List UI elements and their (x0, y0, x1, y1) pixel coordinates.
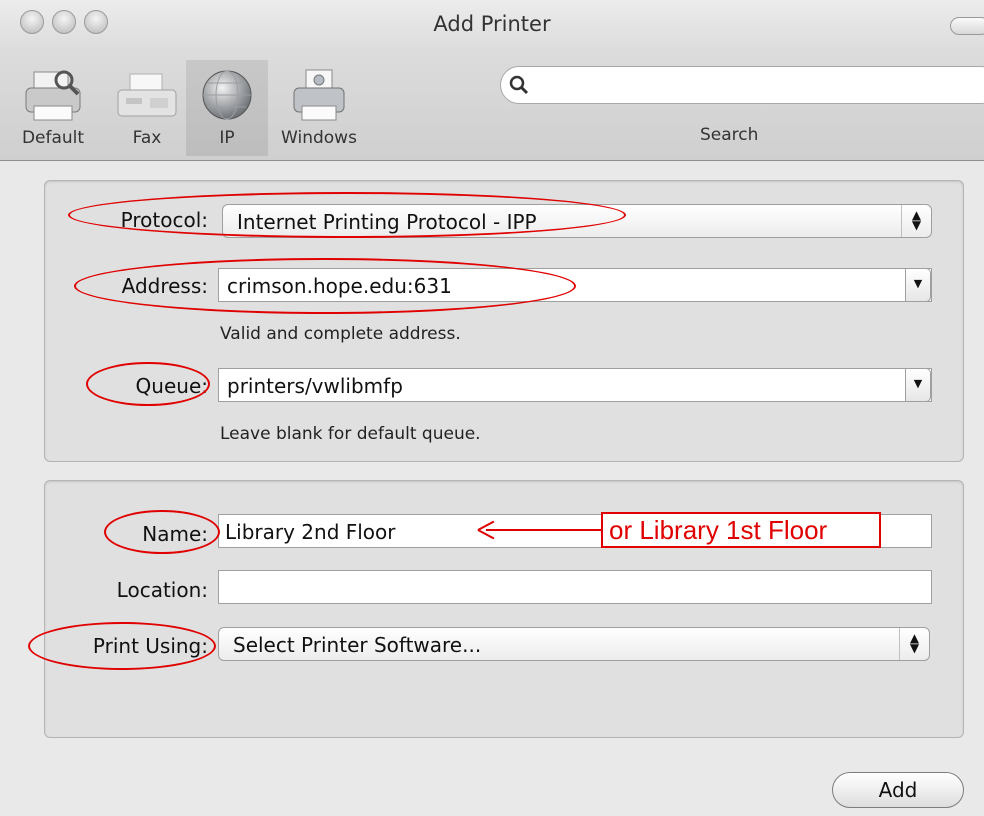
tab-default[interactable]: Default (10, 60, 96, 156)
queue-highlight (86, 362, 210, 406)
tab-windows[interactable]: Windows (270, 60, 368, 156)
annotation-arrow (486, 529, 601, 531)
toolbar-toggle-button[interactable] (950, 17, 984, 35)
queue-hint: Leave blank for default queue. (220, 424, 481, 444)
print-using-value: Select Printer Software... (233, 633, 482, 657)
name-value: Library 2nd Floor (225, 520, 396, 544)
protocol-highlight (68, 192, 626, 238)
chevron-down-icon[interactable]: ▼ (905, 268, 931, 302)
print-using-highlight (28, 622, 216, 670)
queue-value: printers/vwlibmfp (227, 374, 403, 398)
tab-ip-label: IP (219, 128, 235, 148)
window-title: Add Printer (433, 12, 551, 36)
search-label: Search (700, 125, 759, 145)
title-bar: Add Printer (0, 0, 984, 52)
tab-windows-label: Windows (281, 128, 357, 148)
address-hint: Valid and complete address. (220, 324, 461, 344)
tab-fax[interactable]: Fax (108, 60, 186, 156)
tab-default-label: Default (21, 128, 85, 148)
address-highlight (74, 258, 576, 314)
tab-fax-label: Fax (132, 128, 162, 148)
location-label: Location: (116, 578, 208, 602)
ip-globe-icon (200, 68, 254, 126)
name-highlight (104, 510, 220, 554)
fax-icon (116, 68, 178, 126)
updown-arrows-icon: ▲ ▼ (899, 628, 929, 660)
chevron-down-icon[interactable]: ▼ (905, 368, 931, 402)
add-button[interactable]: Add (832, 772, 964, 808)
windows-printer-icon (292, 68, 346, 126)
toolbar: Default Fax IP Windows Search (0, 52, 984, 161)
updown-arrows-icon: ▲ ▼ (901, 205, 931, 237)
tab-ip[interactable]: IP (186, 60, 268, 156)
search-icon (509, 75, 529, 95)
queue-field[interactable]: printers/vwlibmfp ▼ (218, 368, 932, 402)
search-input[interactable] (500, 66, 984, 104)
default-printer-icon (24, 68, 82, 126)
annotation-callout: or Library 1st Floor (601, 512, 881, 548)
print-using-select[interactable]: Select Printer Software... ▲ ▼ (218, 627, 930, 661)
location-field[interactable] (218, 570, 932, 604)
